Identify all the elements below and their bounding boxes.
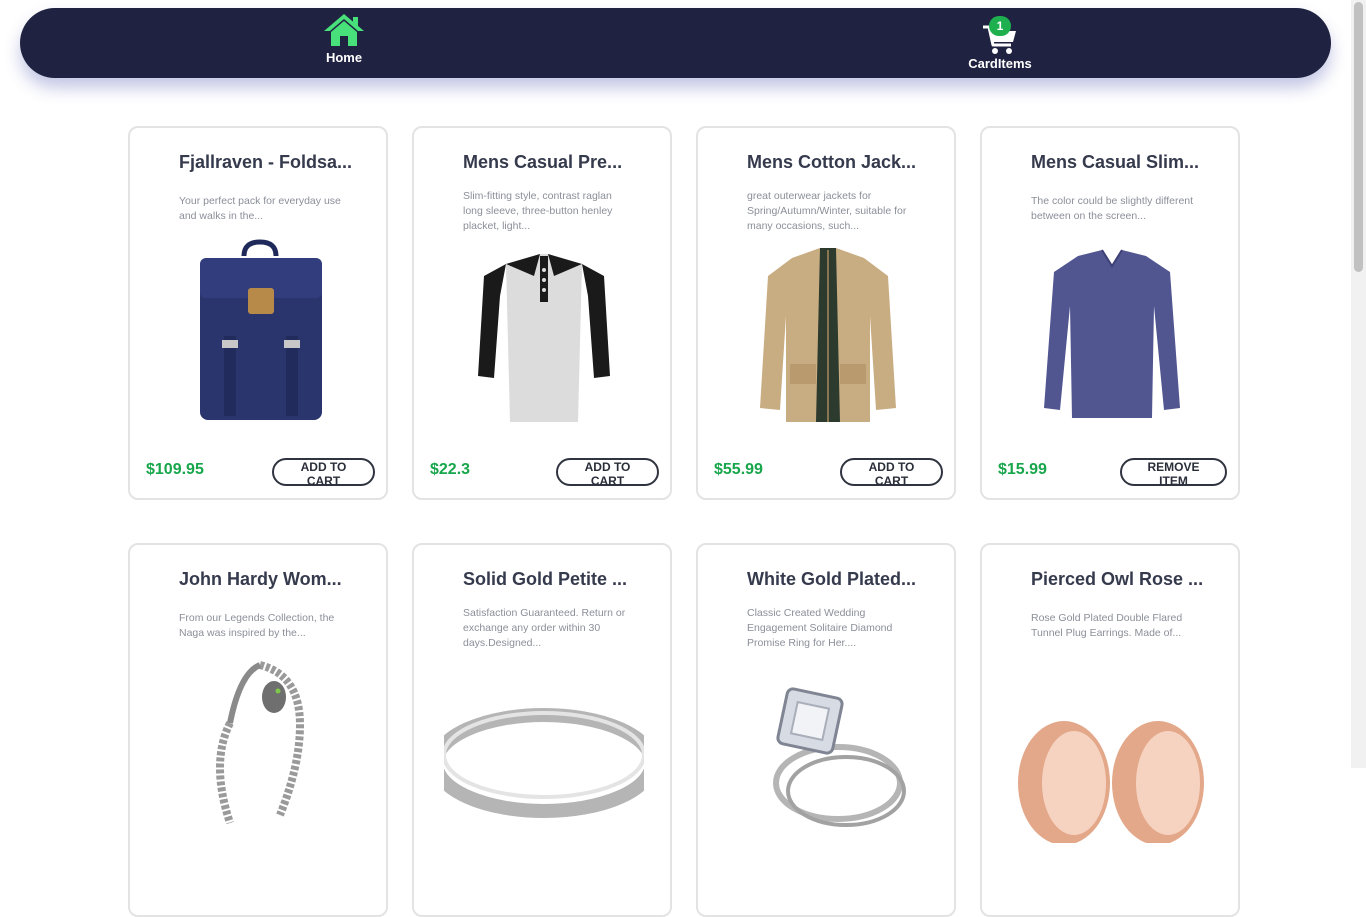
product-title: Mens Cotton Jack...: [747, 152, 917, 172]
product-description: Rose Gold Plated Double Flared Tunnel Pl…: [1031, 612, 1183, 639]
dragon-bracelet-image: [216, 661, 305, 825]
nav-home-label: Home: [325, 50, 363, 65]
nav-home-link[interactable]: Home: [318, 12, 370, 65]
product-description: Satisfaction Guaranteed. Return or excha…: [463, 607, 626, 649]
silver-ring-image: [444, 708, 644, 818]
product-title: White Gold Plated...: [747, 569, 917, 589]
cotton-jacket-image: [760, 248, 896, 422]
product-description: Classic Created Wedding Engagement Solit…: [747, 607, 893, 649]
rose-gold-plugs-image: [1018, 721, 1204, 843]
product-card: Pierced Owl Rose ... Rose Gold Plated Do…: [980, 543, 1240, 917]
cart-icon-wrap: 1: [982, 16, 1018, 54]
nav-cart-label: CardItems: [968, 56, 1032, 71]
product-card: Mens Casual Pre... Slim-fitting style, c…: [412, 126, 672, 500]
diamond-ring-image: [773, 687, 906, 827]
product-description: Slim-fitting style, contrast raglan long…: [463, 190, 613, 232]
backpack-image: [200, 239, 322, 420]
remove-item-button[interactable]: REMOVE ITEM: [1120, 458, 1227, 488]
product-description: great outerwear jackets for Spring/Autum…: [747, 190, 907, 232]
henley-shirt-image: [478, 254, 610, 422]
product-price: $22.3: [430, 461, 471, 478]
product-card: Mens Cotton Jack... great outerwear jack…: [696, 126, 956, 500]
product-title: Pierced Owl Rose ...: [1031, 569, 1204, 589]
page-scrollbar[interactable]: [1351, 0, 1366, 768]
product-card: White Gold Plated... Classic Created Wed…: [696, 543, 956, 917]
product-price: $109.95: [146, 461, 204, 478]
add-to-cart-button[interactable]: ADD TO CART: [840, 458, 943, 488]
scrollbar-thumb[interactable]: [1354, 2, 1363, 272]
product-description: From our Legends Collection, the Naga wa…: [179, 612, 335, 639]
product-title: Solid Gold Petite ...: [463, 569, 628, 589]
product-title: Mens Casual Slim...: [1031, 152, 1200, 172]
navbar: Home 1 CardItems: [20, 8, 1331, 78]
nav-cart-link[interactable]: 1 CardItems: [962, 16, 1038, 71]
add-to-cart-button[interactable]: ADD TO CART: [272, 458, 375, 488]
product-price: $15.99: [998, 461, 1047, 478]
home-icon: [324, 14, 364, 46]
slim-fit-shirt-image: [1044, 249, 1180, 418]
product-card: John Hardy Wom... From our Legends Colle…: [128, 543, 388, 917]
product-card: Solid Gold Petite ... Satisfaction Guara…: [412, 543, 672, 917]
product-price: $55.99: [714, 461, 763, 478]
product-title: Mens Casual Pre...: [463, 152, 623, 172]
product-description: Your perfect pack for everyday use and w…: [179, 195, 341, 222]
add-to-cart-button[interactable]: ADD TO CART: [556, 458, 659, 488]
cart-count-badge: 1: [989, 16, 1011, 36]
product-description: The color could be slightly different be…: [1031, 195, 1194, 222]
product-card: Mens Casual Slim... The color could be s…: [980, 126, 1240, 500]
product-title: John Hardy Wom...: [179, 569, 342, 589]
product-title: Fjallraven - Foldsa...: [179, 152, 353, 172]
product-card: Fjallraven - Foldsa... Your perfect pack…: [128, 126, 388, 500]
